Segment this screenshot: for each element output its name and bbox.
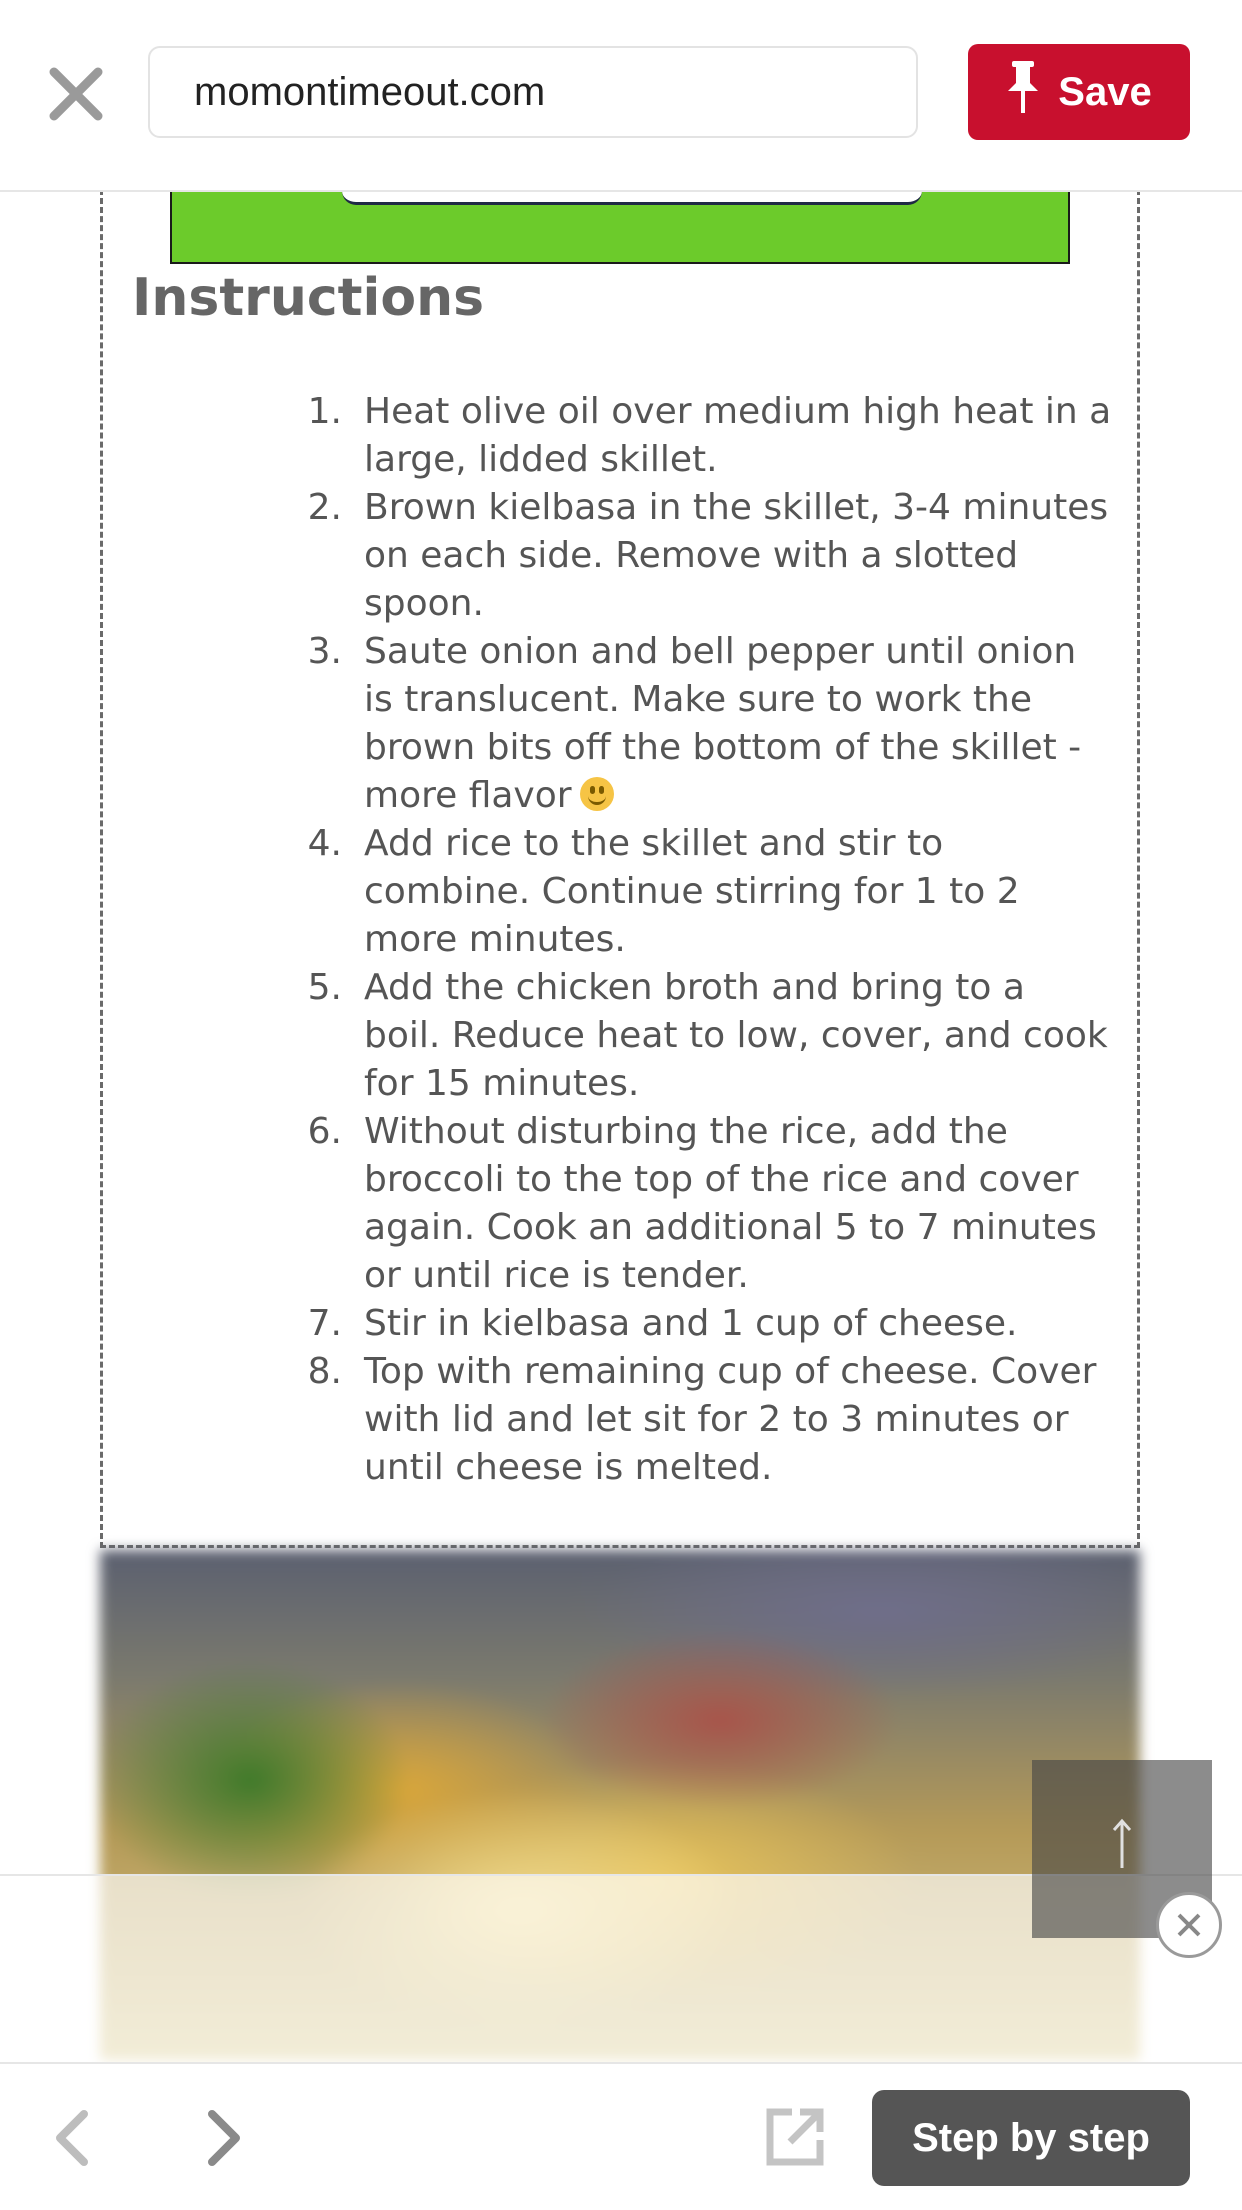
save-button[interactable]: Save — [968, 44, 1190, 140]
step-by-step-button[interactable]: Step by step — [872, 2090, 1190, 2186]
list-item: 6. Without disturbing the rice, add the b… — [307, 1111, 1097, 1296]
url-field[interactable]: momontimeout.com — [148, 46, 918, 138]
close-ad-button[interactable] — [1156, 1892, 1222, 1958]
bottom-bar: Step by step — [0, 2062, 1242, 2210]
list-item: 5. Add the chicken broth and bring to a b… — [307, 967, 1108, 1104]
list-item: 8. Top with remaining cup of cheese. Cove… — [307, 1351, 1097, 1488]
list-item: 3. Saute onion and bell pepper until onio… — [307, 631, 1082, 816]
list-item: 1. Heat olive oil over medium high heat i… — [307, 391, 1112, 480]
top-bar: momontimeout.com Save — [0, 0, 1242, 192]
green-banner — [170, 180, 1070, 264]
pin-icon — [1006, 59, 1040, 125]
smiley-icon — [579, 777, 614, 811]
url-text: momontimeout.com — [194, 69, 546, 114]
close-icon — [1177, 1913, 1201, 1937]
instructions-heading: Instructions — [132, 268, 485, 328]
list-item: 4. Add rice to the skillet and stir to co… — [307, 823, 1020, 960]
external-link-icon[interactable] — [764, 2106, 826, 2168]
list-item: 2. Brown kielbasa in the skillet, 3-4 min… — [307, 487, 1109, 624]
chevron-right-icon[interactable] — [198, 2108, 248, 2168]
chevron-left-icon[interactable] — [48, 2108, 98, 2168]
arrow-up-icon — [1110, 1818, 1134, 1881]
list-item: 7. Stir in kielbasa and 1 cup of cheese. — [307, 1303, 1018, 1344]
instructions-list: 1. Heat olive oil over medium high heat i… — [282, 388, 1112, 1492]
save-label: Save — [1058, 69, 1152, 114]
step-by-step-label: Step by step — [912, 2115, 1150, 2160]
close-icon[interactable] — [46, 64, 106, 124]
